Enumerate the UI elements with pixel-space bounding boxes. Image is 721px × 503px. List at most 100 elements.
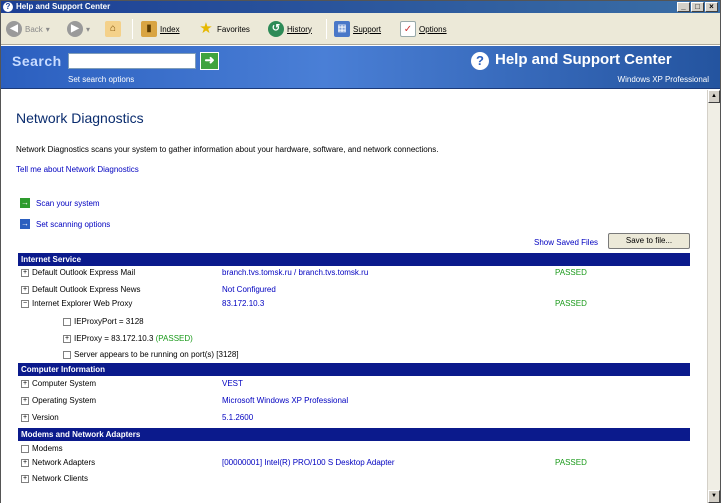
history-clock-icon: ↺ — [268, 21, 284, 37]
toolbar: ◀ Back ▾ ▶ ▾ ⌂ ▮ Index ★ Favorites ↺ His… — [1, 13, 720, 45]
table-row: + IEProxy = 83.172.10.3 (PASSED) — [18, 332, 690, 346]
row-value: Microsoft Windows XP Professional — [222, 396, 349, 405]
favorites-button[interactable]: ★ Favorites — [198, 17, 250, 41]
help-app-icon: ? — [3, 2, 13, 12]
back-dropdown-icon[interactable]: ▾ — [46, 25, 50, 34]
page-title: Network Diagnostics — [16, 110, 144, 126]
row-label: Modems — [32, 444, 63, 453]
search-band: Search ➜ Set search options ? Help and S… — [1, 46, 720, 89]
row-value: 5.1.2600 — [222, 413, 254, 422]
vertical-scrollbar[interactable]: ▲ ▼ — [707, 90, 720, 503]
row-value: Not Configured — [222, 285, 276, 294]
book-icon: ▮ — [141, 21, 157, 37]
back-button[interactable]: ◀ Back ▾ — [6, 17, 50, 41]
table-row: + Default Outlook Express Mail branch.tv… — [18, 266, 690, 280]
expand-icon[interactable]: + — [21, 380, 29, 388]
home-button[interactable]: ⌂ — [105, 17, 121, 41]
expand-icon[interactable]: + — [21, 397, 29, 405]
row-value: [00000001] Intel(R) PRO/100 S Desktop Ad… — [222, 458, 395, 467]
star-icon: ★ — [199, 20, 213, 37]
table-row: Server appears to be running on port(s) … — [18, 348, 690, 362]
row-label: IEProxyPort = 3128 — [74, 317, 144, 326]
title-bar: ? Help and Support Center _ □ × — [1, 1, 720, 13]
search-input[interactable] — [68, 53, 196, 69]
proxy-status: (PASSED) — [155, 334, 193, 343]
row-label: Server appears to be running on port(s) … — [74, 350, 239, 359]
show-saved-files-link[interactable]: Show Saved Files — [534, 238, 598, 247]
history-button[interactable]: ↺ History — [268, 17, 312, 41]
row-status: PASSED — [555, 458, 587, 467]
search-go-button[interactable]: ➜ — [200, 52, 219, 70]
expand-icon[interactable]: + — [21, 475, 29, 483]
proxy-value: IEProxy = 83.172.10.3 — [74, 334, 154, 343]
forward-arrow-icon: ▶ — [67, 21, 83, 37]
section-internet-service: Internet Service — [18, 253, 690, 266]
row-label: Network Adapters — [32, 458, 96, 467]
close-button[interactable]: × — [705, 2, 718, 12]
favorites-label: Favorites — [217, 24, 250, 34]
table-row: − Internet Explorer Web Proxy 83.172.10.… — [18, 297, 690, 311]
scroll-down-icon[interactable]: ▼ — [708, 490, 720, 503]
row-label: Version — [32, 413, 59, 422]
support-icon: ▦ — [334, 21, 350, 37]
row-label: Computer System — [32, 379, 97, 388]
back-label: Back — [25, 24, 43, 34]
expand-icon[interactable]: + — [21, 269, 29, 277]
section-computer-information: Computer Information — [18, 363, 690, 376]
table-row: + Computer System VEST — [18, 377, 690, 391]
help-icon: ? — [471, 52, 489, 70]
row-label: Operating System — [32, 396, 97, 405]
leaf-icon — [21, 445, 29, 453]
table-row: + Network Adapters [00000001] Intel(R) P… — [18, 456, 690, 470]
app-title: Help and Support Center — [495, 51, 672, 68]
table-row: + Operating System Microsoft Windows XP … — [18, 394, 690, 408]
expand-icon[interactable]: + — [63, 335, 71, 343]
page-description: Network Diagnostics scans your system to… — [16, 145, 439, 154]
set-search-options-link[interactable]: Set search options — [68, 75, 134, 84]
index-button[interactable]: ▮ Index — [141, 17, 180, 41]
row-label: Internet Explorer Web Proxy — [32, 299, 133, 308]
expand-icon[interactable]: + — [21, 286, 29, 294]
options-label: Options — [419, 24, 447, 34]
table-row: + Default Outlook Express News Not Confi… — [18, 283, 690, 297]
save-to-file-button[interactable]: Save to file... — [608, 233, 690, 249]
collapse-icon[interactable]: − — [21, 300, 29, 308]
leaf-icon — [63, 351, 71, 359]
row-status: PASSED — [555, 268, 587, 277]
window-title: Help and Support Center — [16, 2, 111, 11]
table-row: + Version 5.1.2600 — [18, 411, 690, 425]
arrow-right-icon: → — [20, 219, 30, 229]
search-label: Search — [12, 53, 62, 69]
expand-icon[interactable]: + — [21, 414, 29, 422]
table-row: IEProxyPort = 3128 — [18, 315, 690, 329]
maximize-button[interactable]: □ — [691, 2, 704, 12]
expand-icon[interactable]: + — [21, 459, 29, 467]
support-label: Support — [353, 24, 382, 34]
row-label: Network Clients — [32, 474, 89, 483]
help-support-window: ? Help and Support Center _ □ × ◀ Back ▾… — [0, 0, 721, 503]
scan-system-link[interactable]: → Scan your system — [20, 198, 100, 208]
support-button[interactable]: ▦ Support — [334, 17, 381, 41]
set-scanning-options-link[interactable]: → Set scanning options — [20, 219, 110, 229]
row-label: Default Outlook Express Mail — [32, 268, 136, 277]
row-status: PASSED — [555, 299, 587, 308]
home-icon: ⌂ — [105, 21, 121, 37]
row-value: branch.tvs.tomsk.ru / branch.tvs.tomsk.r… — [222, 268, 369, 277]
index-label: Index — [160, 24, 180, 34]
tell-me-link[interactable]: Tell me about Network Diagnostics — [16, 165, 139, 174]
arrow-right-icon: → — [20, 198, 30, 208]
forward-button[interactable]: ▶ ▾ — [67, 17, 90, 41]
back-arrow-icon: ◀ — [6, 21, 22, 37]
section-modems-network-adapters: Modems and Network Adapters — [18, 428, 690, 441]
row-label: IEProxy = 83.172.10.3 (PASSED) — [74, 332, 193, 346]
history-label: History — [287, 24, 312, 34]
table-row: Modems — [18, 442, 690, 456]
options-button[interactable]: ✓ Options — [400, 17, 447, 41]
table-row: + Network Clients — [18, 472, 690, 486]
options-checklist-icon: ✓ — [400, 21, 416, 37]
forward-dropdown-icon[interactable]: ▾ — [86, 25, 90, 34]
minimize-button[interactable]: _ — [677, 2, 690, 12]
scroll-up-icon[interactable]: ▲ — [708, 90, 720, 103]
row-value: VEST — [222, 379, 243, 388]
set-scanning-options-label: Set scanning options — [36, 219, 111, 229]
